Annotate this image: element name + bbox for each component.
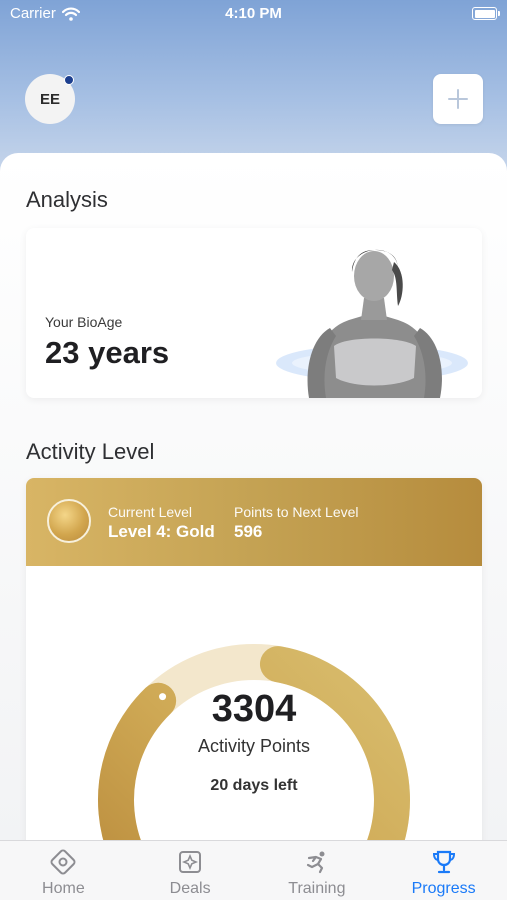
plus-icon xyxy=(448,89,468,109)
avatar[interactable]: EE xyxy=(25,74,75,124)
bioage-value: 23 years xyxy=(45,335,170,370)
tab-training-label: Training xyxy=(288,880,346,897)
tab-deals[interactable]: Deals xyxy=(127,841,254,900)
add-button[interactable] xyxy=(433,74,483,124)
tab-home-label: Home xyxy=(42,880,85,897)
deals-icon xyxy=(179,851,202,873)
analysis-title: Analysis xyxy=(26,187,108,212)
status-time: 4:10 PM xyxy=(225,5,282,22)
trophy-icon xyxy=(432,850,455,874)
current-level-caption: Current Level xyxy=(108,504,193,520)
tab-deals-label: Deals xyxy=(169,880,211,897)
current-level-value: Level 4: Gold xyxy=(108,522,215,541)
points-next-caption: Points to Next Level xyxy=(234,504,359,520)
status-bar: Carrier 4:10 PM xyxy=(0,0,507,28)
battery-icon xyxy=(472,7,500,20)
tab-bar: Home Deals Training Progress xyxy=(0,840,507,900)
activity-points-value: 3304 xyxy=(211,688,297,730)
activity-card[interactable]: Current Level Level 4: Gold Points to Ne… xyxy=(26,478,482,858)
body-figure-image xyxy=(276,249,468,398)
days-left: 20 days left xyxy=(210,777,298,794)
training-icon xyxy=(306,851,325,874)
tab-progress-label: Progress xyxy=(411,880,476,897)
bioage-card[interactable]: Your BioAge 23 years xyxy=(26,228,482,398)
activity-title: Activity Level xyxy=(26,439,155,464)
medal-icon xyxy=(47,499,91,543)
tab-home[interactable]: Home xyxy=(0,841,127,900)
tab-training[interactable]: Training xyxy=(254,841,381,900)
level-banner: Current Level Level 4: Gold Points to Ne… xyxy=(26,478,482,566)
points-next-value: 596 xyxy=(234,522,263,541)
home-icon xyxy=(50,849,76,875)
tab-progress[interactable]: Progress xyxy=(380,841,507,900)
activity-points-label: Activity Points xyxy=(197,736,311,756)
notification-dot xyxy=(64,75,74,85)
bioage-label: Your BioAge xyxy=(45,314,123,330)
avatar-initials: EE xyxy=(39,90,60,108)
